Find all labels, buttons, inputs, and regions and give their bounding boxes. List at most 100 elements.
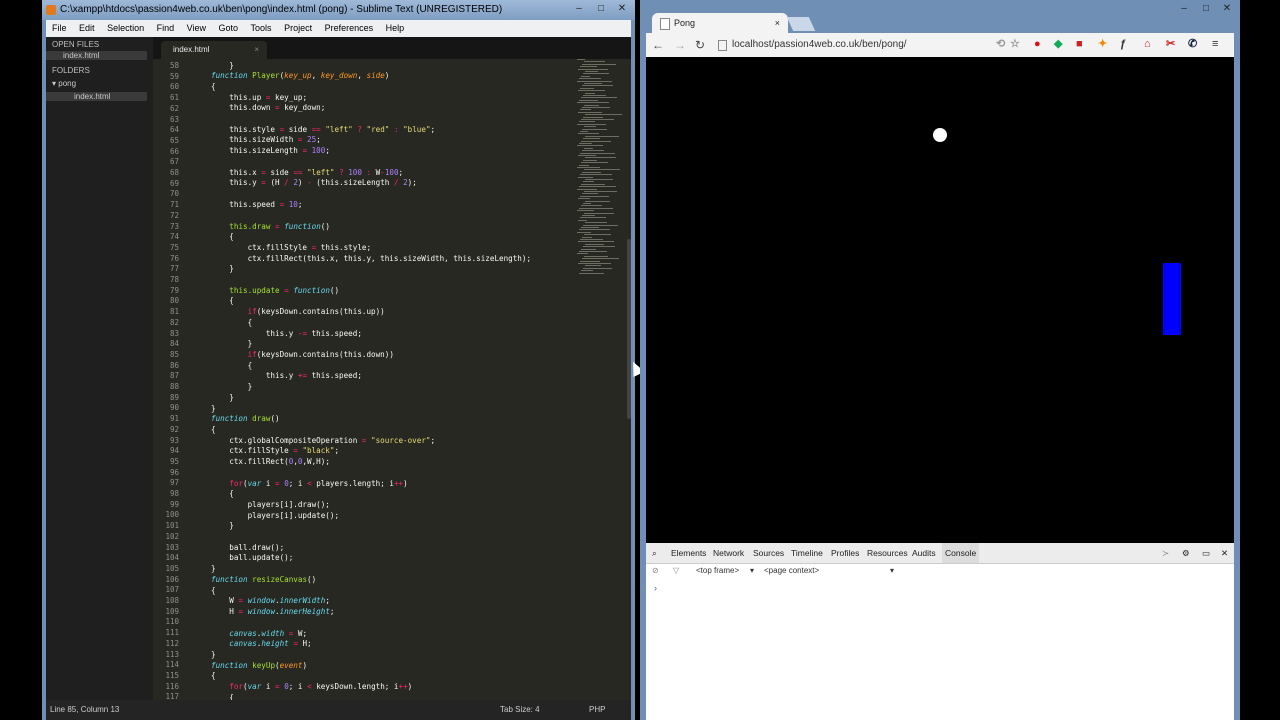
line-number: 74 [169,232,179,242]
editor-tab[interactable]: index.html × [161,41,267,59]
line-number: 89 [169,392,179,402]
console-prompt[interactable]: › [654,583,657,593]
menu-project[interactable]: Project [284,23,312,33]
minimap-line [578,155,596,156]
menu-view[interactable]: View [187,23,206,33]
status-syntax[interactable]: PHP [589,700,605,720]
tab-elements[interactable]: Elements [671,543,706,563]
code-line: this.up = key_up; [211,93,308,102]
menu-goto[interactable]: Goto [219,23,239,33]
menu-icon[interactable]: ≡ [1212,37,1218,51]
code-line: this.style = side == "left" ? "red" : "b… [211,125,436,134]
minimap-line [583,224,618,226]
new-tab-button[interactable] [786,17,816,31]
code-line: function keyUp(event) [211,661,308,670]
menu-preferences[interactable]: Preferences [325,23,374,33]
forward-icon[interactable]: → [674,38,686,52]
opera-icon[interactable]: ● [1034,37,1041,51]
menu-help[interactable]: Help [386,23,405,33]
minimap-line [577,123,606,125]
close-icon[interactable]: ✕ [1218,2,1236,16]
close-icon[interactable]: ✕ [613,2,631,16]
sidebar-open-file[interactable]: index.html [46,51,147,60]
extension-icon[interactable]: ƒ [1120,37,1126,51]
minimap-line [578,219,587,221]
extension-icon[interactable]: ⌂ [1144,37,1151,51]
minimap-line [579,207,613,209]
code-line: this.y -= this.speed; [211,329,362,338]
extension-icon[interactable]: ◆ [1054,37,1062,51]
minimap-line [582,258,619,260]
extension-icon[interactable]: ✦ [1098,37,1107,51]
menu-file[interactable]: File [52,23,67,33]
minimap-line [584,191,617,192]
chevron-down-icon[interactable]: ▾ [750,564,754,578]
tab-resources[interactable]: Resources [867,543,908,563]
sidebar-folder[interactable]: ▾ pong [52,79,76,88]
line-number: 109 [165,606,179,616]
line-number: 75 [169,242,179,252]
menu-tools[interactable]: Tools [251,23,272,33]
browser-toolbar: ← → ↻ localhost/passion4web.co.uk/ben/po… [646,33,1234,57]
dock-icon[interactable]: ▭ [1202,543,1210,563]
code-line: ctx.globalCompositeOperation = "source-o… [211,436,436,445]
search-icon[interactable]: ⌕ [652,543,657,563]
maximize-icon[interactable]: □ [1196,2,1216,16]
minimize-icon[interactable]: – [1174,2,1194,16]
extension-icon[interactable]: ⟲ [996,37,1005,51]
line-number: 103 [165,542,179,552]
star-icon[interactable]: ☆ [1010,37,1020,51]
extension-icon[interactable]: ■ [1076,37,1083,51]
minimap-line [584,83,602,84]
frame-select[interactable]: <top frame> [696,564,739,578]
line-number: 59 [169,71,179,81]
tab-console[interactable]: Console [942,543,980,563]
menu-selection[interactable]: Selection [107,23,144,33]
phone-icon[interactable]: ✆ [1188,37,1197,51]
console-toolbar: ⊘ ▽ <top frame> ▾ <page context> ▾ [646,564,1234,578]
back-icon[interactable]: ← [652,38,664,52]
code-line: this.draw = function() [229,222,330,231]
maximize-icon[interactable]: □ [591,2,611,16]
minimap-line [583,138,600,140]
status-tab-size[interactable]: Tab Size: 4 [500,700,540,720]
sidebar-folder-file[interactable]: index.html [46,92,147,101]
minimap[interactable] [577,59,622,289]
minimap-line [583,246,615,248]
tab-audits[interactable]: Audits [912,543,936,563]
drawer-icon[interactable]: ≻ [1162,543,1169,563]
tab-close-icon[interactable]: × [254,41,259,59]
editor-scrollbar[interactable] [627,239,631,419]
minimap-line [577,253,588,255]
line-number: 114 [165,660,179,670]
chevron-down-icon[interactable]: ▾ [890,564,894,578]
devtools-tabbar: ⌕ Elements Network Sources Timeline Prof… [646,543,1234,564]
menu-find[interactable]: Find [157,23,175,33]
minimap-line [579,272,604,274]
clear-icon[interactable]: ⊘ [652,564,659,578]
code-line: players[i].draw(); [211,500,330,509]
line-number: 83 [169,328,179,338]
tab-sources[interactable]: Sources [753,543,784,563]
tab-profiles[interactable]: Profiles [831,543,859,563]
context-select[interactable]: <page context> [764,564,819,578]
sublime-window-title: C:\xampp\htdocs\passion4web.co.uk\ben\po… [60,4,503,15]
tab-close-icon[interactable]: × [775,13,780,33]
close-icon[interactable]: ✕ [1221,543,1228,563]
code-line: { [211,232,234,241]
code-editor[interactable]: 58 59 60 61 62 63 64 65 66 67 68 69 70 71 72 73 74 75 76 77… [153,59,631,700]
gear-icon[interactable]: ⚙ [1182,543,1190,563]
tab-timeline[interactable]: Timeline [791,543,823,563]
address-bar[interactable]: localhost/passion4web.co.uk/ben/pong/ [714,36,1020,54]
browser-tab[interactable]: Pong × [652,13,788,33]
minimize-icon[interactable]: – [569,2,589,16]
reload-icon[interactable]: ↻ [695,38,705,52]
filter-icon[interactable]: ▽ [673,564,679,578]
minimap-line [581,205,602,207]
menu-edit[interactable]: Edit [79,23,95,33]
line-number: 78 [169,275,179,284]
code-line: } [211,264,234,273]
game-canvas[interactable] [646,57,1234,543]
extension-icon[interactable]: ✂ [1166,37,1175,51]
tab-network[interactable]: Network [713,543,744,563]
